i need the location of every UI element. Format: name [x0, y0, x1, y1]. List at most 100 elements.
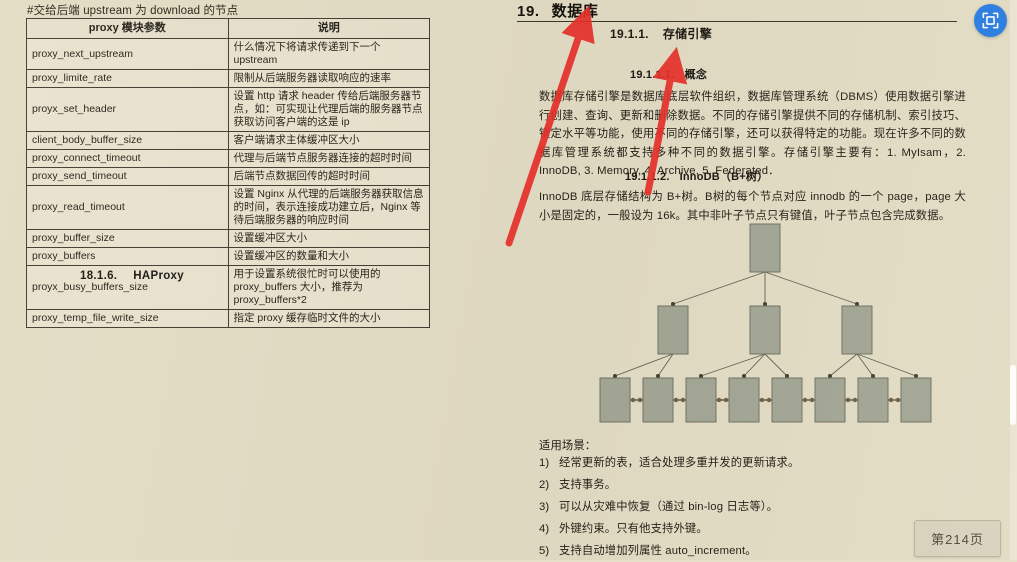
cell-description: 代理与后端节点服务器连接的超时时间: [227, 149, 430, 168]
btree-edge-arrowhead: [613, 374, 617, 378]
list-item-index: 3): [539, 501, 550, 513]
btree-edge-arrowhead: [785, 374, 789, 378]
table-header-row: proxy 模块参数 说明: [26, 18, 430, 39]
btree-edge-arrowhead: [828, 374, 832, 378]
section-heading-storage-engine: 19.1.1. 存储引擎: [610, 25, 712, 42]
btree-edge-arrowhead: [871, 374, 875, 378]
btree-leaf-link-arrowhead: [673, 397, 679, 403]
btree-leaf-node-7: [857, 377, 889, 423]
screenshot-capture-button[interactable]: [974, 4, 1007, 37]
btree-leaf-node-5: [771, 377, 803, 423]
btree-nodes: [599, 223, 932, 423]
list-item-text: 可以从灾难中恢复（通过 bin-log 日志等）。: [559, 501, 779, 513]
table-row: proxy_connect_timeout 代理与后端节点服务器连接的超时时间: [26, 149, 430, 168]
b-plus-tree-svg: [599, 223, 932, 423]
b-plus-tree-diagram: [585, 220, 945, 425]
subsection-number-concept: 19.1.1.1.: [630, 69, 675, 81]
chapter-number: 19.: [517, 3, 540, 20]
column-header-param: proxy 模块参数: [26, 18, 229, 39]
btree-edge-arrowhead: [742, 374, 746, 378]
btree-leaf-node-3: [685, 377, 717, 423]
cell-param-name: proxy_read_timeout: [26, 185, 229, 230]
scenario-list: 1) 经常更新的表，适合处理多重并发的更新请求。 2) 支持事务。 3) 可以从灾难中恢复…: [539, 452, 799, 562]
cell-description: 客户端请求主体缓冲区大小: [227, 131, 430, 150]
list-item-index: 2): [539, 479, 550, 491]
list-item: 2) 支持事务。: [539, 474, 799, 496]
chapter-title: 数据库: [551, 3, 599, 20]
btree-root-node: [749, 223, 781, 273]
right-page-column: 19. 数据库 19.1.1. 存储引擎 19.1.1.1. 概念 数据库存储引擎是数…: [505, 0, 975, 560]
list-item: 1) 经常更新的表，适合处理多重并发的更新请求。: [539, 452, 799, 474]
subsection-title-innodb: InnoDB（B+树）: [679, 171, 769, 183]
btree-leaf-node-6: [814, 377, 846, 423]
btree-leaf-link-arrowhead: [716, 397, 722, 403]
btree-edge-arrowhead: [671, 302, 675, 306]
btree-leaf-link-arrowhead: [637, 397, 643, 403]
subsection-number-innodb: 19.1.1.2.: [625, 171, 670, 183]
chapter-heading-rule: [517, 21, 957, 22]
page-number-badge: 第214页: [914, 520, 1001, 557]
cell-description: 什么情况下将请求传递到下一个 upstream: [227, 38, 430, 70]
btree-edge: [856, 353, 917, 377]
cell-param-name: proxy_limite_rate: [26, 69, 229, 88]
cell-param-name: proxy_send_timeout: [26, 167, 229, 186]
paragraph-concept: 数据库存储引擎是数据库底层软件组织，数据库管理系统（DBMS）使用数据引擎进行创…: [539, 91, 966, 177]
list-item: 5) 支持自动增加列属性 auto_increment。: [539, 540, 799, 562]
btree-leaf-node-8: [900, 377, 932, 423]
btree-edge: [700, 353, 766, 377]
list-item-index: 1): [539, 457, 550, 469]
btree-leaf-link-arrowhead: [802, 397, 808, 403]
table-row: proyx_set_header 设置 http 请求 header 传给后端服务…: [26, 87, 430, 132]
btree-edge-arrowhead: [699, 374, 703, 378]
code-comment-note: #交给后端 upstream 为 download 的节点: [27, 5, 239, 17]
vertical-scrollbar[interactable]: [1009, 0, 1017, 560]
cell-param-name: proxy_temp_file_write_size: [26, 309, 229, 328]
table-row: proxy_read_timeout 设置 Nginx 从代理的后端服务器获取信息…: [26, 185, 430, 230]
btree-edge: [764, 353, 788, 377]
btree-internal-node-1: [657, 305, 689, 355]
table-row: proxy_limite_rate 限制从后端服务器读取响应的速率: [26, 69, 430, 88]
table-row: proxy_next_upstream 什么情况下将请求传递到下一个 upstre…: [26, 38, 430, 70]
cell-param-name: proxy_buffers: [26, 247, 229, 266]
haproxy-heading-title: HAProxy: [133, 270, 184, 282]
table-body: proxy_next_upstream 什么情况下将请求传递到下一个 upstre…: [26, 38, 430, 328]
list-item-text: 经常更新的表，适合处理多重并发的更新请求。: [559, 457, 800, 469]
table-row: client_body_buffer_size 客户端请求主体缓冲区大小: [26, 131, 430, 150]
btree-edge-arrowhead: [855, 302, 859, 306]
screenshot-capture-icon: [982, 12, 999, 29]
btree-leaf-link-arrowhead: [852, 397, 858, 403]
cell-param-name: proyx_set_header: [26, 87, 229, 132]
document-page-canvas: #交给后端 upstream 为 download 的节点 proxy 模块参数…: [0, 0, 1017, 560]
list-item-text: 外键约束。只有他支持外键。: [559, 523, 708, 535]
left-page-column: #交给后端 upstream 为 download 的节点 proxy 模块参数…: [0, 0, 460, 560]
btree-internal-node-3: [841, 305, 873, 355]
btree-edge-arrowhead: [914, 374, 918, 378]
scenario-list-title: 适用场景：: [539, 440, 597, 452]
scrollbar-thumb[interactable]: [1010, 365, 1016, 425]
table-row: proxy_send_timeout 后端节点数据回传的超时时间: [26, 167, 430, 186]
cell-param-name: client_body_buffer_size: [26, 131, 229, 150]
btree-leaf-node-1: [599, 377, 631, 423]
list-item-index: 4): [539, 523, 550, 535]
btree-leaf-link-arrowhead: [809, 397, 815, 403]
btree-leaf-link-arrowhead: [723, 397, 729, 403]
cell-description: 设置缓冲区的数量和大小: [227, 247, 430, 266]
subsection-heading-innodb: 19.1.1.2. InnoDB（B+树）: [625, 168, 768, 184]
list-item-text: 支持自动增加列属性 auto_increment。: [559, 545, 757, 557]
btree-leaf-node-2: [642, 377, 674, 423]
btree-leaf-link-arrowhead: [680, 397, 686, 403]
table-row: proxy_buffers 设置缓冲区的数量和大小: [26, 247, 430, 266]
list-item-text: 支持事务。: [559, 479, 617, 491]
btree-leaf-node-4: [728, 377, 760, 423]
btree-leaf-link-arrowhead: [759, 397, 765, 403]
btree-edge: [672, 271, 766, 305]
cell-description: 设置缓冲区大小: [227, 229, 430, 248]
haproxy-heading-number: 18.1.6.: [80, 270, 118, 282]
subsection-heading-concept: 19.1.1.1. 概念: [630, 66, 707, 82]
table-row: proxy_temp_file_write_size 指定 proxy 缓存临时文…: [26, 309, 430, 328]
btree-leaf-link-arrowhead: [895, 397, 901, 403]
section-title: 存储引擎: [662, 27, 713, 41]
btree-edge: [764, 271, 858, 305]
haproxy-section-heading: 18.1.6. HAProxy: [80, 270, 184, 282]
btree-leaf-link-arrowhead: [845, 397, 851, 403]
